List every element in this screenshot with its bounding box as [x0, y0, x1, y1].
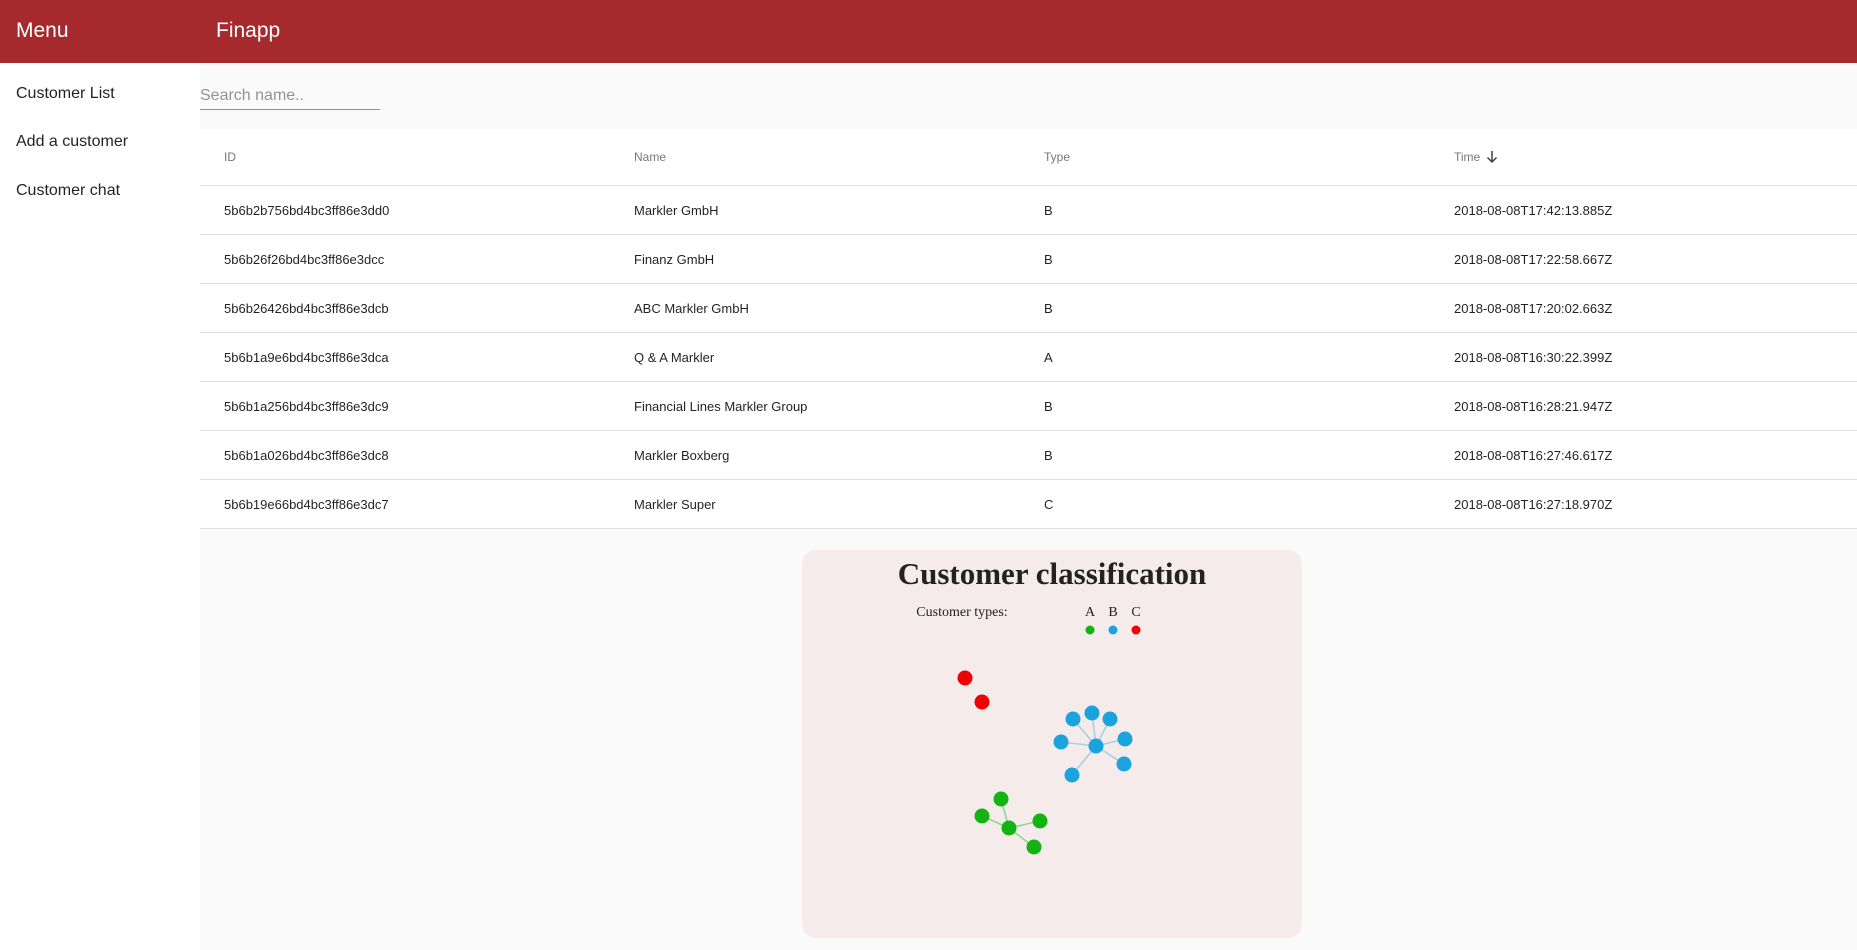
cell-time: 2018-08-08T17:42:13.885Z [1454, 202, 1613, 218]
graph-node-type-b[interactable] [1088, 738, 1104, 754]
graph-node-type-b[interactable] [1117, 731, 1133, 747]
menu-title: Menu [16, 19, 69, 42]
graph-node-type-a[interactable] [1026, 839, 1042, 855]
table-row[interactable]: 5b6b2b756bd4bc3ff86e3dd0 Markler GmbH B 201… [200, 186, 1857, 235]
cell-type: C [1044, 496, 1054, 512]
cell-id: 5b6b26426bd4bc3ff86e3dcb [224, 300, 389, 316]
sidebar: Customer List Add a customer Customer ch… [0, 63, 200, 950]
column-header-time-label: Time [1454, 150, 1481, 164]
cell-type: B [1044, 300, 1053, 316]
column-header-type[interactable]: Type [1044, 129, 1070, 185]
cell-name: Finanz GmbH [634, 251, 715, 267]
legend-type-label: A [1085, 605, 1096, 620]
cell-time: 2018-08-08T16:28:21.947Z [1454, 398, 1613, 414]
cell-time: 2018-08-08T17:20:02.663Z [1454, 300, 1613, 316]
main-content: ID Name Type Time 5b6b2b756bd4bc3ff86e3d… [200, 63, 1857, 950]
table-row[interactable]: 5b6b1a256bd4bc3ff86e3dc9 Financial Lines … [200, 382, 1857, 431]
cell-type: B [1044, 251, 1053, 267]
customer-table: ID Name Type Time 5b6b2b756bd4bc3ff86e3d… [200, 129, 1857, 529]
column-header-id[interactable]: ID [224, 129, 236, 185]
cell-id: 5b6b19e66bd4bc3ff86e3dc7 [224, 496, 389, 512]
table-header: ID Name Type Time [200, 129, 1857, 186]
graph-node-type-b[interactable] [1084, 705, 1100, 721]
table-row[interactable]: 5b6b1a9e6bd4bc3ff86e3dca Q & A Markler A 20… [200, 333, 1857, 382]
cell-type: B [1044, 202, 1053, 218]
legend-type-dot [1108, 625, 1118, 635]
arrow-down-icon [1486, 150, 1498, 164]
table-row[interactable]: 5b6b26426bd4bc3ff86e3dcb ABC Markler GmbH… [200, 284, 1857, 333]
cell-time: 2018-08-08T17:22:58.667Z [1454, 251, 1613, 267]
cell-type: A [1044, 349, 1053, 365]
cell-name: Markler Super [634, 496, 716, 512]
cell-id: 5b6b2b756bd4bc3ff86e3dd0 [224, 202, 390, 218]
cell-type: B [1044, 447, 1053, 463]
column-header-name[interactable]: Name [634, 129, 666, 185]
graph-node-type-b[interactable] [1065, 711, 1081, 727]
cell-name: Markler Boxberg [634, 447, 730, 463]
graph-node-type-c[interactable] [974, 694, 990, 710]
graph-node-type-b[interactable] [1102, 711, 1118, 727]
classification-card: Customer classification Customer types: … [802, 550, 1302, 938]
app-header: Menu Finapp [0, 0, 1857, 63]
graph-node-type-b[interactable] [1116, 756, 1132, 772]
graph-node-type-c[interactable] [957, 670, 973, 686]
legend-type-dot [1085, 625, 1095, 635]
search-input[interactable] [200, 83, 380, 110]
sidebar-item-customer-chat[interactable]: Customer chat [16, 182, 120, 200]
cell-time: 2018-08-08T16:27:18.970Z [1454, 496, 1613, 512]
graph-node-type-b[interactable] [1053, 734, 1069, 750]
cell-id: 5b6b1a256bd4bc3ff86e3dc9 [224, 398, 389, 414]
legend-type-label: B [1108, 605, 1117, 620]
column-header-time[interactable]: Time [1454, 129, 1498, 185]
cell-name: ABC Markler GmbH [634, 300, 749, 316]
graph-node-type-a[interactable] [1001, 820, 1017, 836]
graph-node-type-a[interactable] [1032, 813, 1048, 829]
cell-type: B [1044, 398, 1053, 414]
app-title: Finapp [216, 19, 281, 42]
graph-node-type-a[interactable] [974, 808, 990, 824]
graph-node-type-b[interactable] [1064, 767, 1080, 783]
table-row[interactable]: 5b6b1a026bd4bc3ff86e3dc8 Markler Boxberg B… [200, 431, 1857, 480]
legend-label: Customer types: [916, 605, 1007, 620]
sidebar-item-add-customer[interactable]: Add a customer [16, 133, 128, 151]
sidebar-item-customer-list[interactable]: Customer List [16, 85, 115, 103]
legend-type-dot [1131, 625, 1141, 635]
table-row[interactable]: 5b6b26f26bd4bc3ff86e3dcc Finanz GmbH B 2018… [200, 235, 1857, 284]
cell-name: Financial Lines Markler Group [634, 398, 808, 414]
cell-name: Q & A Markler [634, 349, 715, 365]
cell-id: 5b6b1a026bd4bc3ff86e3dc8 [224, 447, 389, 463]
legend-type-label: C [1131, 605, 1140, 620]
cell-id: 5b6b1a9e6bd4bc3ff86e3dca [224, 349, 389, 365]
table-row[interactable]: 5b6b19e66bd4bc3ff86e3dc7 Markler Super C 20… [200, 480, 1857, 529]
cell-time: 2018-08-08T16:30:22.399Z [1454, 349, 1613, 365]
cell-time: 2018-08-08T16:27:46.617Z [1454, 447, 1613, 463]
cell-name: Markler GmbH [634, 202, 719, 218]
classification-graph: Customer types: ABC [916, 605, 1141, 855]
graph-node-type-a[interactable] [993, 791, 1009, 807]
cell-id: 5b6b26f26bd4bc3ff86e3dcc [224, 251, 385, 267]
